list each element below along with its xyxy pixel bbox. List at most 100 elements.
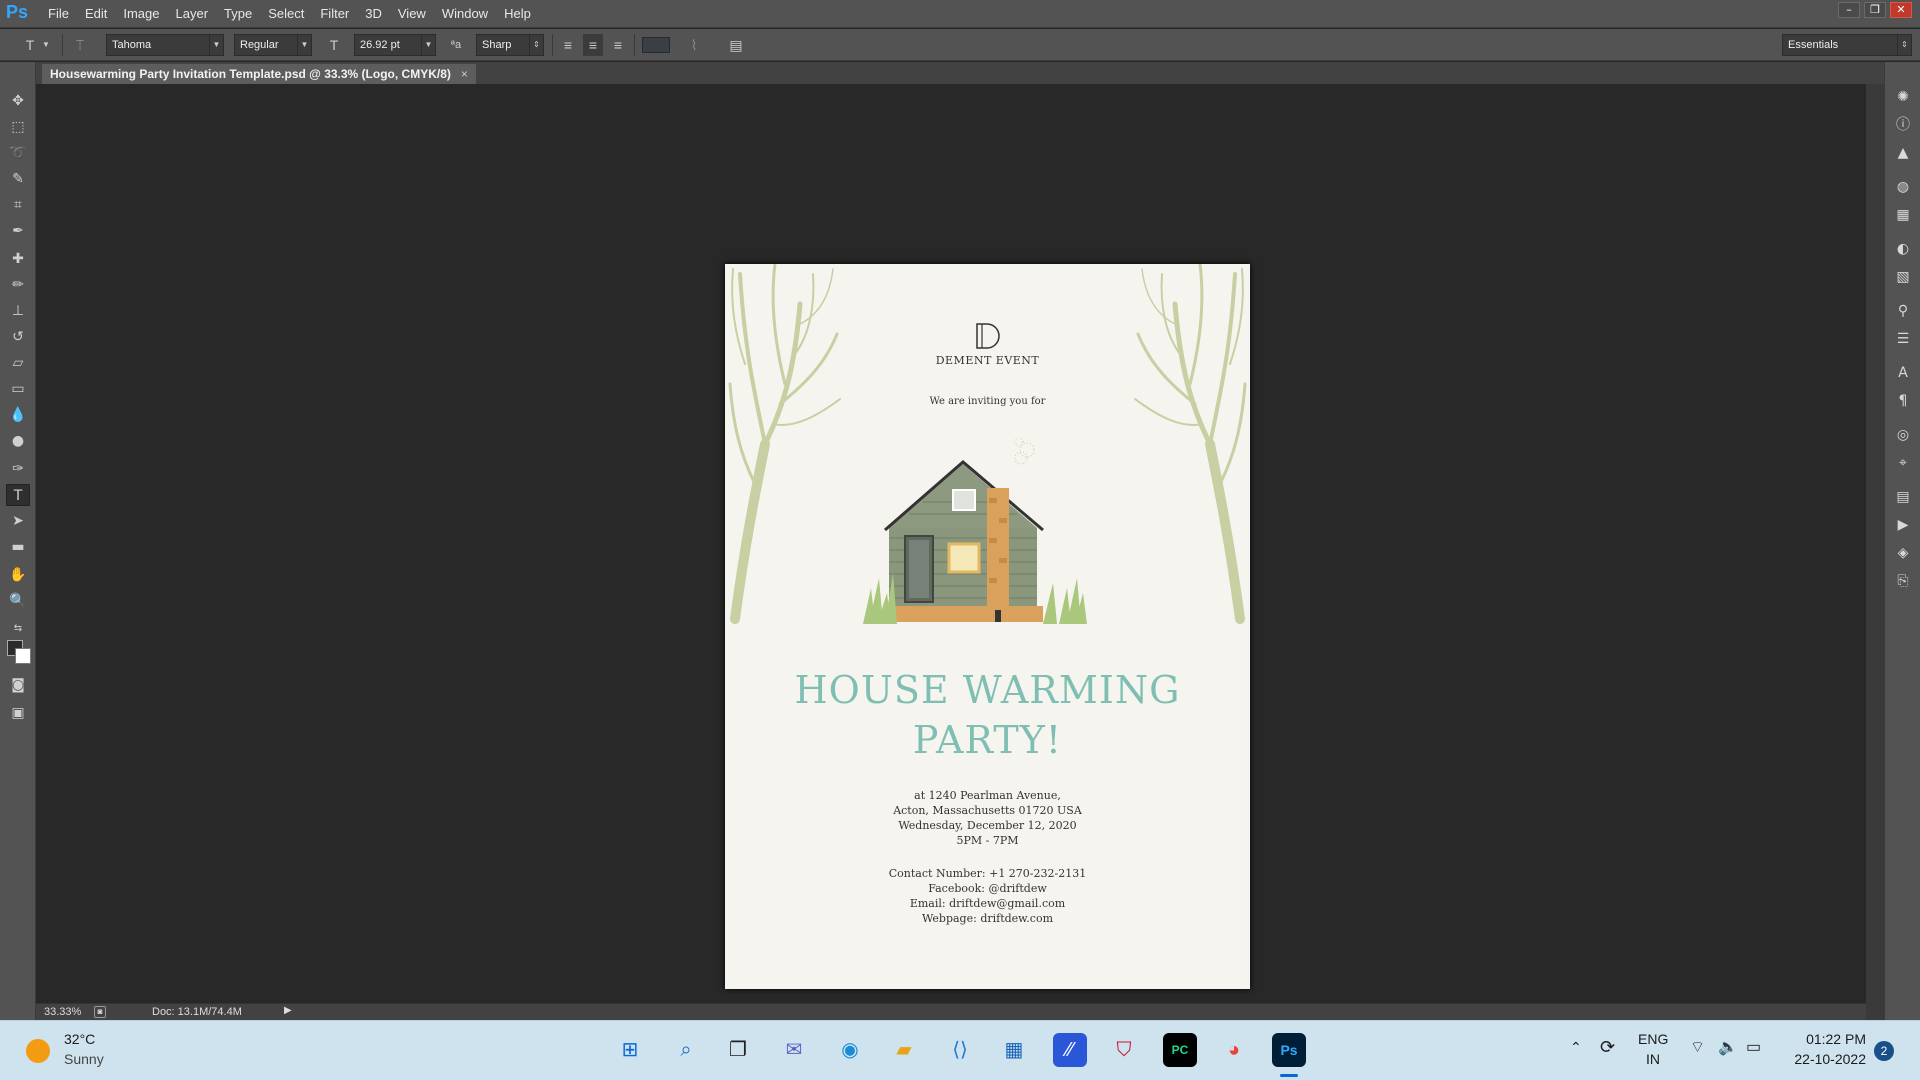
styles-panel-icon[interactable]: ▧	[1892, 266, 1914, 288]
color-panel-icon[interactable]: ✺	[1892, 86, 1914, 108]
timeline-panel-icon[interactable]: ▤	[1892, 486, 1914, 508]
chevron-up-icon[interactable]: ⌃	[1570, 1039, 1582, 1056]
brush-tool-icon[interactable]: ✏	[6, 274, 30, 296]
microsoft-store-icon[interactable]: ▦	[997, 1033, 1031, 1067]
character-panel-icon[interactable]: ▤	[726, 34, 746, 56]
align-right-icon[interactable]: ≡	[608, 34, 628, 56]
edge-browser-icon[interactable]: ◉	[833, 1033, 867, 1067]
document-tab[interactable]: Housewarming Party Invitation Template.p…	[42, 64, 476, 84]
screen-mode-icon[interactable]: ▣	[6, 702, 30, 724]
close-button[interactable]: ✕	[1890, 2, 1912, 18]
close-tab-icon[interactable]: ×	[461, 64, 468, 84]
type-tool-icon[interactable]: T	[6, 484, 30, 506]
weather-condition[interactable]: Sunny	[64, 1051, 104, 1067]
paths-panel-icon[interactable]: ⌖	[1892, 452, 1914, 474]
warp-text-icon[interactable]: ⌇	[684, 34, 704, 56]
weather-temperature[interactable]: 32°C	[64, 1031, 95, 1047]
lasso-tool-icon[interactable]: ➰	[6, 142, 30, 164]
text-color-swatch[interactable]	[642, 37, 670, 53]
workspace-dropdown[interactable]: Essentials ⇕	[1782, 34, 1912, 56]
canvas-area[interactable]: DEMENT EVENT We are inviting you for HOU…	[36, 84, 1866, 1003]
status-menu-arrow-icon[interactable]: ▶	[284, 1005, 292, 1016]
eraser-tool-icon[interactable]: ▱	[6, 352, 30, 374]
menu-image[interactable]: Image	[115, 0, 167, 28]
menu-layer[interactable]: Layer	[168, 0, 217, 28]
history-panel-icon[interactable]: ⎘	[1892, 570, 1914, 592]
language-region[interactable]: IN	[1646, 1051, 1660, 1067]
menu-help[interactable]: Help	[496, 0, 539, 28]
sun-weather-icon[interactable]	[26, 1039, 50, 1063]
path-selection-tool-icon[interactable]: ➤	[6, 510, 30, 532]
vscode-icon[interactable]: ⟨⟩	[943, 1033, 977, 1067]
menu-3d[interactable]: 3D	[357, 0, 390, 28]
layers-panel-icon[interactable]: ◈	[1892, 542, 1914, 564]
brush-presets-panel-icon[interactable]: ⚲	[1892, 300, 1914, 322]
file-explorer-icon[interactable]: ▰	[887, 1033, 921, 1067]
gradient-tool-icon[interactable]: ▭	[6, 378, 30, 400]
rectangle-tool-icon[interactable]: ▬	[6, 536, 30, 558]
notification-badge[interactable]: 2	[1874, 1041, 1894, 1061]
battery-icon[interactable]: ▭	[1746, 1037, 1761, 1057]
navigator-panel-icon[interactable]: ◐	[1892, 238, 1914, 260]
dodge-tool-icon[interactable]: ●	[6, 430, 30, 452]
swatches-panel-icon[interactable]: ▦	[1892, 204, 1914, 226]
eyedropper-tool-icon[interactable]: ✒	[6, 220, 30, 242]
healing-brush-tool-icon[interactable]: ✚	[6, 248, 30, 270]
character-panel-icon[interactable]: A	[1892, 362, 1914, 384]
swap-colors-icon[interactable]: ⇆	[6, 618, 30, 640]
chrome-icon[interactable]: ◕	[1217, 1033, 1251, 1067]
info-panel-icon[interactable]: ⓘ	[1892, 114, 1914, 136]
mcafee-icon[interactable]: ⛉	[1107, 1033, 1141, 1067]
font-family-dropdown[interactable]: Tahoma ▼	[106, 34, 224, 56]
brush-panel-icon[interactable]: ☰	[1892, 328, 1914, 350]
clock-time[interactable]: 01:22 PM	[1790, 1031, 1866, 1047]
chat-icon[interactable]: ✉	[777, 1033, 811, 1067]
marquee-tool-icon[interactable]: ⬚	[6, 116, 30, 138]
align-center-icon[interactable]: ≡	[583, 34, 603, 56]
sync-icon[interactable]: ⟳	[1600, 1037, 1615, 1058]
chevron-down-icon[interactable]: ▼	[40, 34, 52, 56]
text-orientation-icon[interactable]: ⟙	[70, 34, 90, 56]
histogram-panel-icon[interactable]: ▲	[1892, 142, 1914, 164]
hand-tool-icon[interactable]: ✋	[6, 564, 30, 586]
quick-select-tool-icon[interactable]: ✎	[6, 168, 30, 190]
align-left-icon[interactable]: ≡	[558, 34, 578, 56]
history-brush-tool-icon[interactable]: ↺	[6, 326, 30, 348]
task-view-icon[interactable]: ❐	[721, 1033, 755, 1067]
3d-panel-icon[interactable]: ◎	[1892, 424, 1914, 446]
menu-file[interactable]: File	[40, 0, 77, 28]
language-code[interactable]: ENG	[1638, 1031, 1668, 1047]
type-tool-preset-icon[interactable]: T	[20, 34, 40, 56]
volume-icon[interactable]: 🔈	[1718, 1037, 1738, 1057]
status-info-icon[interactable]: ◙	[94, 1006, 106, 1018]
wifi-icon[interactable]: ⌔	[1690, 1037, 1705, 1057]
photoshop-taskbar-icon[interactable]: Ps	[1272, 1033, 1306, 1067]
pycharm-icon[interactable]: PC	[1163, 1033, 1197, 1067]
clone-stamp-tool-icon[interactable]: ⊥	[6, 300, 30, 322]
menu-filter[interactable]: Filter	[312, 0, 357, 28]
minimize-button[interactable]: –	[1838, 2, 1860, 18]
invitation-document[interactable]: DEMENT EVENT We are inviting you for HOU…	[725, 264, 1250, 989]
menu-type[interactable]: Type	[216, 0, 260, 28]
zoom-tool-icon[interactable]: 🔍	[6, 590, 30, 612]
restore-button[interactable]: ❐	[1864, 2, 1886, 18]
font-size-dropdown[interactable]: 26.92 pt ▼	[354, 34, 436, 56]
menu-edit[interactable]: Edit	[77, 0, 115, 28]
menu-window[interactable]: Window	[434, 0, 496, 28]
pen-tool-icon[interactable]: ✑	[6, 458, 30, 480]
actions-panel-icon[interactable]: ▶	[1892, 514, 1914, 536]
zoom-level[interactable]: 33.33%	[44, 1006, 81, 1018]
move-tool-icon[interactable]: ✥	[6, 90, 30, 112]
background-color-swatch[interactable]	[15, 648, 31, 664]
start-icon[interactable]: ⊞	[613, 1033, 647, 1067]
vertical-scrollbar[interactable]	[1866, 84, 1884, 1020]
adjustments-panel-icon[interactable]: ◍	[1892, 176, 1914, 198]
antialias-dropdown[interactable]: Sharp ⇕	[476, 34, 544, 56]
crop-tool-icon[interactable]: ⌗	[6, 194, 30, 216]
menu-select[interactable]: Select	[260, 0, 312, 28]
clock-date[interactable]: 22-10-2022	[1790, 1051, 1866, 1067]
blur-tool-icon[interactable]: 💧	[6, 404, 30, 426]
paragraph-panel-icon[interactable]: ¶	[1892, 390, 1914, 412]
font-style-dropdown[interactable]: Regular ▼	[234, 34, 312, 56]
menu-view[interactable]: View	[390, 0, 434, 28]
